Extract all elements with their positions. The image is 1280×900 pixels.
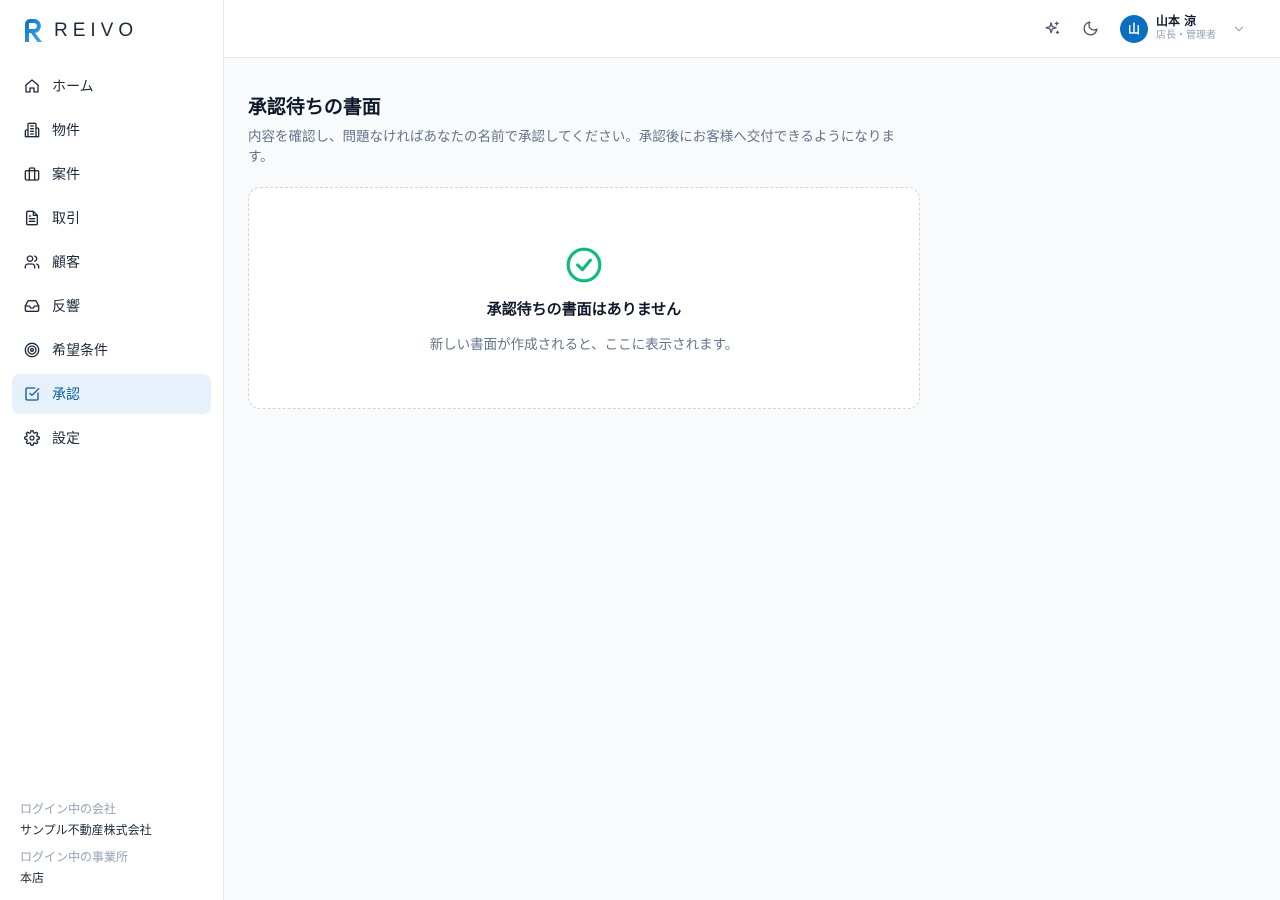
sidebar-item-label: 物件 [52,123,80,139]
building-icon [24,122,40,138]
reivo-logo-mark [25,19,42,42]
avatar: 山 [1120,14,1148,43]
chevron-down-icon [1234,26,1244,31]
main-area: 山 山本 涼 店長・管理者 承認待ちの書面 内容を確認し、問題なければあなたの名… [224,0,1280,900]
sparkles-icon [1044,21,1059,35]
office-name: 本店 [20,871,45,885]
theme-toggle-button[interactable] [1076,15,1104,43]
brand-logo[interactable]: REIVO [0,0,223,62]
check-square-icon [24,386,40,402]
sidebar-item-customers[interactable]: 顧客 [12,242,211,282]
moon-icon [1083,21,1098,36]
document-icon [24,210,40,226]
briefcase-icon [24,166,40,182]
sidebar-item-label: 反響 [52,299,80,315]
sparkles-button[interactable] [1038,15,1066,43]
sidebar-item-deals[interactable]: 案件 [12,154,211,194]
sidebar-item-label: 取引 [52,211,80,227]
empty-state-subtitle: 新しい書面が作成されると、ここに表示されます。 [429,337,739,353]
sidebar-item-label: 承認 [52,387,80,403]
sidebar-item-properties[interactable]: 物件 [12,110,211,150]
approvals-page: 承認待ちの書面 内容を確認し、問題なければあなたの名前で承認してください。承認後… [224,58,1280,443]
users-icon [24,254,40,270]
sidebar-item-label: 顧客 [52,255,80,271]
user-role: 店長・管理者 [1156,30,1216,41]
user-info: 山本 涼 店長・管理者 [1156,14,1216,43]
sidebar-item-inquiries[interactable]: 反響 [12,286,211,326]
top-bar: 山 山本 涼 店長・管理者 [224,0,1280,58]
sidebar-item-label: 案件 [52,167,80,183]
gear-icon [24,430,40,446]
sidebar-item-label: 設定 [52,431,80,447]
sidebar: REIVO ホーム 物件 案件 取引 顧客 反響 希望条件 承認 設定 ログイン… [0,0,224,900]
company-name: サンプル不動産株式会社 [20,823,152,837]
sidebar-item-home[interactable]: ホーム [12,66,211,106]
sidebar-item-settings[interactable]: 設定 [12,418,211,458]
user-name: 山本 涼 [1156,14,1197,28]
empty-state-title: 承認待ちの書面はありません [486,300,682,318]
inbox-icon [24,298,40,314]
login-context: ログイン中の会社 サンプル不動産株式会社 ログイン中の事業所 本店 [20,800,152,886]
brand-name: REIVO [54,20,139,41]
sidebar-item-label: 希望条件 [52,343,108,359]
user-menu[interactable]: 山 山本 涼 店長・管理者 [1120,14,1246,43]
sidebar-item-label: ホーム [52,79,94,95]
empty-state-card: 承認待ちの書面はありません 新しい書面が作成されると、ここに表示されます。 [248,187,920,409]
sidebar-nav: ホーム 物件 案件 取引 顧客 反響 希望条件 承認 設定 [0,62,223,458]
page-title: 承認待ちの書面 [248,96,382,118]
company-label: ログイン中の会社 [20,802,117,816]
target-icon [24,342,40,358]
home-icon [24,78,40,94]
sidebar-item-preferences[interactable]: 希望条件 [12,330,211,370]
check-circle-icon [566,247,602,283]
sidebar-item-transactions[interactable]: 取引 [12,198,211,238]
office-label: ログイン中の事業所 [20,850,129,864]
page-description: 内容を確認し、問題なければあなたの名前で承認してください。承認後にお客様へ交付で… [248,129,895,165]
sidebar-item-approvals[interactable]: 承認 [12,374,211,414]
